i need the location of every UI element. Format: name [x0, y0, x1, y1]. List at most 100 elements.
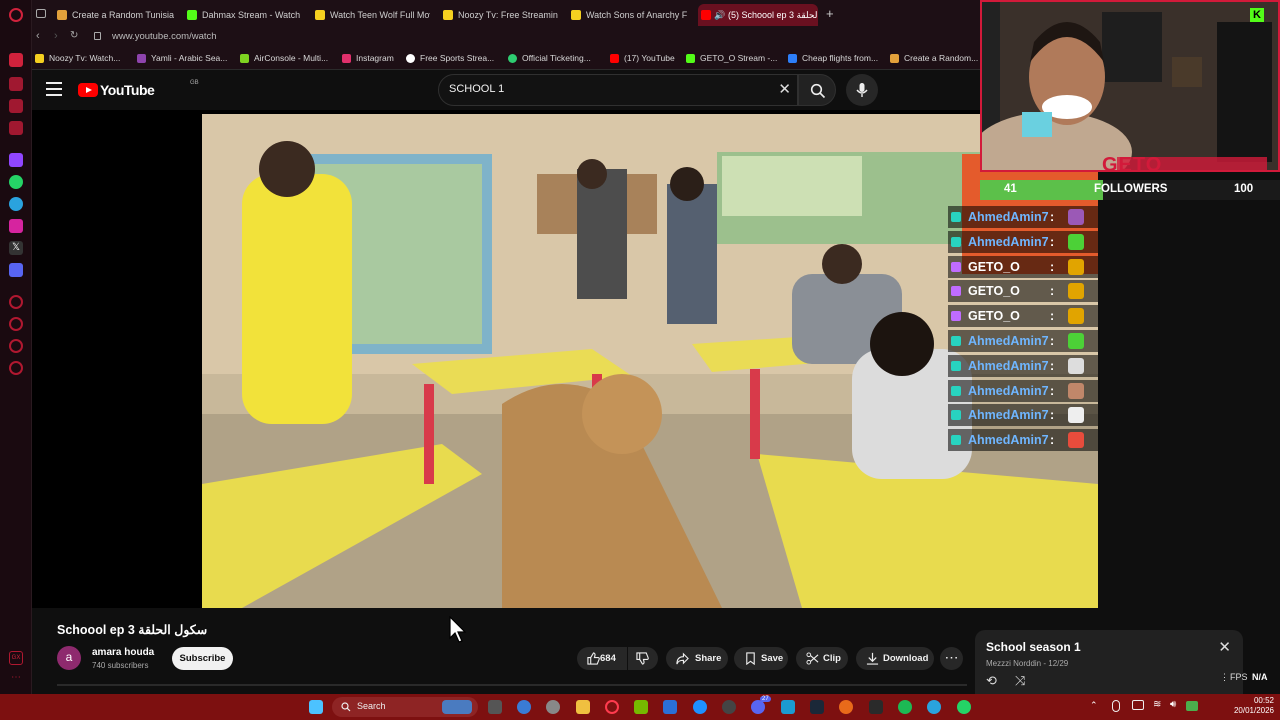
whatsapp-icon[interactable]	[9, 175, 23, 189]
subscribe-button[interactable]: Subscribe	[172, 647, 233, 670]
search-icon	[810, 83, 826, 99]
settings-gear-icon[interactable]	[546, 700, 560, 714]
speed-dial-icon[interactable]	[9, 77, 23, 91]
dislike-button[interactable]	[628, 647, 658, 670]
news-icon[interactable]	[9, 99, 23, 113]
file-explorer-icon[interactable]	[576, 700, 590, 714]
url-field[interactable]: www.youtube.com/watch	[112, 31, 217, 42]
aria-icon[interactable]	[9, 53, 23, 67]
forward-icon[interactable]: ›	[54, 30, 58, 42]
obs-icon[interactable]	[722, 700, 736, 714]
taskbar-clock[interactable]: 00:52 20/01/2026	[1228, 696, 1274, 716]
bookmark-item[interactable]: Instagram	[342, 53, 394, 63]
x-icon[interactable]: 𝕏	[9, 241, 23, 255]
discord-icon[interactable]	[9, 263, 23, 277]
loop-icon[interactable]: ⟲	[986, 673, 997, 689]
opera-logo-icon[interactable]	[9, 8, 23, 22]
more-actions-button[interactable]: ⋯	[940, 647, 963, 670]
app-icon[interactable]	[693, 700, 707, 714]
chat-message: GETO_O :	[948, 280, 1098, 303]
copilot-icon[interactable]	[517, 700, 531, 714]
discord-icon[interactable]	[751, 700, 765, 714]
volume-icon[interactable]: 🔊︎	[1170, 699, 1176, 710]
chat-message: AhmedAmin7 :	[948, 429, 1098, 452]
youtube-wordmark: YouTube	[100, 82, 155, 98]
channel-avatar[interactable]: a	[57, 646, 81, 670]
hamburger-menu-icon[interactable]	[46, 82, 62, 96]
history-icon[interactable]	[9, 295, 23, 309]
shuffle-icon[interactable]: ⤨	[1015, 673, 1025, 689]
sidebar-more-icon[interactable]: ⋯	[9, 673, 23, 687]
app-icon[interactable]	[781, 700, 795, 714]
followers-goal: 100	[1234, 183, 1254, 195]
tray-app-icon[interactable]	[1186, 701, 1198, 711]
share-button[interactable]: Share	[666, 647, 728, 670]
opera-gx-icon[interactable]	[605, 700, 619, 714]
windows-start-icon[interactable]	[309, 700, 323, 714]
nvidia-icon[interactable]	[634, 700, 648, 714]
tab-teen-wolf[interactable]: Watch Teen Wolf Full Mov	[312, 4, 430, 26]
steam-icon[interactable]	[810, 700, 824, 714]
tray-app-icon[interactable]	[1132, 700, 1144, 710]
playlist-title[interactable]: School season 1	[986, 640, 1081, 654]
microsoft-store-icon[interactable]	[663, 700, 677, 714]
tab-menu-icon[interactable]	[36, 9, 46, 18]
wifi-icon[interactable]: ≋	[1153, 699, 1161, 710]
search-button[interactable]	[798, 74, 836, 106]
tab-favicon-icon	[443, 10, 453, 20]
tab-dahmax-stream[interactable]: Dahmax Stream - Watch	[184, 4, 302, 26]
chat-separator: :	[1050, 234, 1055, 249]
speaker-icon[interactable]: 🔊	[714, 4, 725, 26]
bookmark-item[interactable]: Yamli - Arabic Sea...	[137, 53, 227, 63]
tab-noozy-tv[interactable]: Noozy Tv: Free Streaming	[440, 4, 558, 26]
twitch-icon[interactable]	[9, 153, 23, 167]
tab-sons-of-anarchy[interactable]: Watch Sons of Anarchy F	[568, 4, 688, 26]
download-button[interactable]: Download	[856, 647, 934, 670]
telegram-icon[interactable]	[9, 197, 23, 211]
downloads-icon[interactable]	[9, 339, 23, 353]
clear-search-icon[interactable]: ✕	[778, 81, 791, 99]
bookmark-item[interactable]: Cheap flights from...	[788, 53, 878, 63]
new-tab-button[interactable]: +	[826, 7, 834, 20]
download-label: Download	[883, 653, 929, 664]
playlist-subtitle: Mezzzi Norddin - 12/29	[986, 659, 1069, 668]
bookmark-item[interactable]: (17) YouTube	[610, 53, 675, 63]
workspace-icon[interactable]	[9, 121, 23, 135]
whatsapp-icon[interactable]	[957, 700, 971, 714]
chat-emote-icon	[1068, 333, 1084, 349]
taskbar-search-input[interactable]: Search	[332, 697, 478, 717]
like-button[interactable]: 684	[577, 647, 627, 670]
voice-search-button[interactable]	[846, 74, 878, 106]
reload-icon[interactable]: ↻	[70, 30, 78, 41]
back-icon[interactable]: ‹	[36, 30, 40, 42]
subscriber-count: 740 subscribers	[92, 661, 149, 670]
microphone-tray-icon[interactable]	[1112, 700, 1120, 712]
gx-icon[interactable]: GX	[9, 651, 23, 665]
bookmark-item[interactable]: Official Ticketing...	[508, 53, 591, 63]
clock-icon[interactable]	[9, 317, 23, 331]
game-launcher-icon[interactable]	[839, 700, 853, 714]
instagram-icon[interactable]	[9, 219, 23, 233]
save-button[interactable]: Save	[734, 647, 788, 670]
spotify-icon[interactable]	[898, 700, 912, 714]
bookmark-item[interactable]: GETO_O Stream -...	[686, 53, 777, 63]
tab-schoool-ep3[interactable]: 🔊 (5) Schoool ep 3 الحلقة	[698, 4, 818, 26]
task-view-icon[interactable]	[488, 700, 502, 714]
tray-expand-icon[interactable]: ⌃	[1090, 700, 1098, 711]
bookmark-item[interactable]: AirConsole - Multi...	[240, 53, 328, 63]
settings-icon[interactable]	[9, 361, 23, 375]
youtube-header: YouTube GB SCHOOL 1 ✕	[32, 70, 980, 110]
thumbs-down-icon	[636, 652, 649, 665]
channel-name[interactable]: amara houda	[92, 647, 154, 658]
bookmark-item[interactable]: Create a Random...	[890, 53, 978, 63]
epic-games-icon[interactable]	[869, 700, 883, 714]
search-input[interactable]: SCHOOL 1 ✕	[438, 74, 798, 106]
bookmark-item[interactable]: Noozy Tv: Watch...	[35, 53, 120, 63]
close-icon[interactable]: ✕	[1218, 638, 1231, 656]
tab-random-tunisian[interactable]: Create a Random Tunisian	[54, 4, 174, 26]
telegram-icon[interactable]	[927, 700, 941, 714]
bookmark-item[interactable]: Free Sports Strea...	[406, 53, 494, 63]
playlist-panel[interactable]: School season 1 Mezzzi Norddin - 12/29 ✕…	[975, 630, 1243, 694]
chat-username: AhmedAmin7	[968, 383, 1049, 398]
clip-button[interactable]: Clip	[796, 647, 848, 670]
